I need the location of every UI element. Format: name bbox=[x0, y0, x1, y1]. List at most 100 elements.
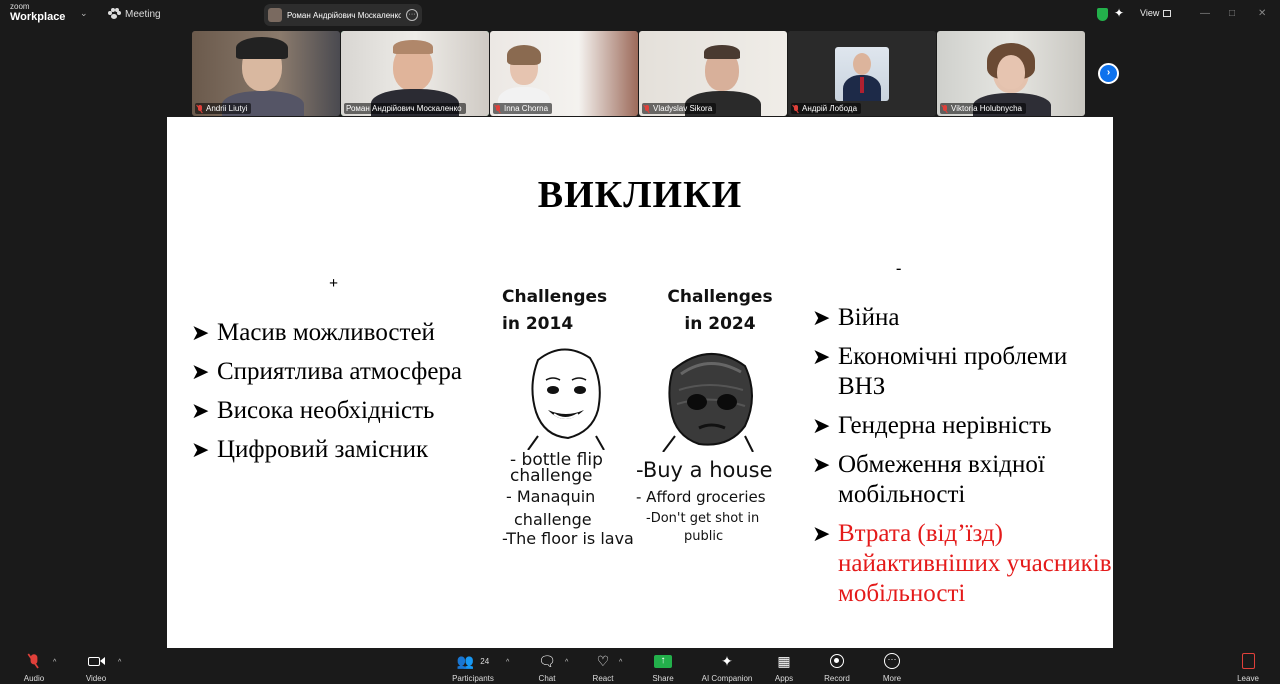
ai-sparkle-icon: ✦ bbox=[721, 652, 733, 669]
close-icon[interactable]: ✕ bbox=[1258, 8, 1266, 19]
ai-companion-button[interactable]: ✦ AI Companion bbox=[697, 651, 757, 684]
record-label: Record bbox=[824, 674, 850, 683]
participant-label: Viktoria Holubnycha bbox=[940, 103, 1027, 114]
speaker-avatar bbox=[268, 8, 282, 22]
minimize-icon[interactable]: — bbox=[1200, 8, 1210, 19]
list-item-text: Втрата (від’їзд) найактивніших учасників… bbox=[838, 520, 1112, 607]
video-tile[interactable]: Роман Андрійович Москаленко bbox=[341, 31, 489, 116]
participant-photo bbox=[835, 47, 889, 101]
video-tile[interactable]: Inna Chorna bbox=[490, 31, 638, 116]
security-shield-icon[interactable] bbox=[1097, 8, 1108, 21]
ai-companion-label: AI Companion bbox=[701, 674, 753, 683]
leave-door-icon bbox=[1218, 651, 1278, 671]
list-item-text: Цифровий замісник bbox=[217, 436, 429, 463]
participant-label: Vladyslav Sikora bbox=[642, 103, 717, 114]
audio-button[interactable]: Audio bbox=[4, 651, 64, 683]
participants-count: 24 bbox=[480, 656, 490, 666]
participants-label: Participants bbox=[452, 674, 494, 683]
zoom-logo[interactable]: zoom Workplace bbox=[10, 3, 65, 23]
ai-sparkle-icon[interactable]: ✦ bbox=[1114, 6, 1124, 20]
participants-icon: 👥 24 bbox=[456, 652, 490, 669]
muted-mic-icon bbox=[942, 104, 948, 113]
react-caret-icon[interactable]: ^ bbox=[619, 659, 622, 666]
chat-caret-icon[interactable]: ^ bbox=[565, 659, 568, 666]
list-item-text: Сприятлива атмосфера bbox=[217, 358, 463, 385]
react-heart-icon: ♡ bbox=[596, 652, 610, 669]
list-item: ➤ Економічні проблеми ВНЗ bbox=[812, 342, 1112, 402]
muted-mic-icon bbox=[644, 104, 650, 113]
react-button[interactable]: ♡ React bbox=[573, 651, 633, 684]
list-item: ➤ Війна bbox=[812, 303, 1112, 333]
active-speaker-name: Роман Андрійович Москаленко bbox=[287, 10, 401, 20]
participant-name: Inna Chorna bbox=[504, 104, 549, 113]
arrow-bullet-icon: ➤ bbox=[191, 320, 210, 345]
share-label: Share bbox=[652, 674, 674, 683]
list-item: ➤ Обмеження вхідної мобільності bbox=[812, 450, 1112, 510]
meeting-label: Meeting bbox=[125, 8, 161, 20]
muted-mic-icon bbox=[793, 104, 799, 113]
more-button[interactable]: ··· More bbox=[862, 651, 922, 683]
video-camera-icon bbox=[66, 651, 126, 671]
video-tile[interactable]: Andrii Liutyi bbox=[192, 31, 340, 116]
meme-right-item: -Don't get shot in bbox=[646, 511, 760, 526]
view-button[interactable]: View bbox=[1140, 8, 1172, 18]
participant-label: Andrii Liutyi bbox=[195, 103, 252, 114]
participant-label: Inna Chorna bbox=[493, 103, 553, 114]
list-item-text: Економічні проблеми ВНЗ bbox=[838, 343, 1068, 400]
grid-icon bbox=[1163, 9, 1172, 17]
video-tile[interactable]: Андрій Лобода bbox=[788, 31, 936, 116]
list-item-text: Масив можливостей bbox=[217, 319, 435, 346]
plus-sign: + bbox=[329, 275, 339, 292]
more-options-icon[interactable]: ··· bbox=[406, 9, 418, 21]
meme-right-item: - Afford groceries bbox=[636, 488, 766, 506]
leave-button[interactable]: Leave bbox=[1218, 651, 1278, 683]
arrow-bullet-icon: ➤ bbox=[812, 413, 831, 438]
audio-options-caret-icon[interactable]: ^ bbox=[53, 659, 56, 666]
list-item: ➤ Цифровий замісник bbox=[191, 435, 481, 465]
record-button[interactable]: Record bbox=[807, 651, 867, 683]
video-label: Video bbox=[85, 674, 107, 683]
active-speaker-pill[interactable]: Роман Андрійович Москаленко ··· bbox=[264, 4, 422, 26]
meme-right-header: Challenges in 2024 bbox=[667, 287, 773, 334]
share-screen-icon: ↑ bbox=[633, 651, 693, 671]
video-tile[interactable]: Vladyslav Sikora bbox=[639, 31, 787, 116]
meme-left-item: challenge bbox=[514, 510, 592, 529]
list-item: ➤ Гендерна нерівність bbox=[812, 411, 1112, 441]
chat-label: Chat bbox=[538, 674, 556, 683]
video-options-caret-icon[interactable]: ^ bbox=[118, 659, 121, 666]
chevron-down-icon[interactable]: ⌄ bbox=[80, 8, 88, 19]
more-dots-icon: ··· bbox=[862, 651, 922, 671]
share-button[interactable]: ↑ Share bbox=[633, 651, 693, 683]
apps-button[interactable]: ▦ Apps bbox=[754, 651, 814, 684]
chat-button[interactable]: 🗨 Chat bbox=[517, 651, 577, 684]
meeting-info-button[interactable]: Meeting bbox=[108, 8, 161, 20]
video-tile[interactable]: Viktoria Holubnycha bbox=[937, 31, 1085, 116]
meme-left-item: - Manaquin bbox=[506, 487, 596, 506]
list-item-highlighted: ➤ Втрата (від’їзд) найактивніших учасникі… bbox=[812, 519, 1112, 609]
audio-label: Audio bbox=[23, 674, 45, 683]
video-button[interactable]: Video bbox=[66, 651, 126, 683]
list-item: ➤ Висока необхідність bbox=[191, 396, 481, 426]
react-label: React bbox=[592, 674, 614, 683]
participants-button[interactable]: 👥 24 Participants bbox=[443, 651, 503, 684]
meme-right-item: -Buy a house bbox=[636, 458, 773, 482]
arrow-bullet-icon: ➤ bbox=[812, 344, 831, 369]
meme-right-item: public bbox=[684, 529, 724, 544]
record-icon bbox=[807, 651, 867, 671]
paw-icon bbox=[108, 8, 121, 20]
list-item-text: Війна bbox=[838, 304, 900, 331]
shared-screen-slide: ВИКЛИКИ + - ➤ Масив можливостей ➤ Сприятли… bbox=[167, 117, 1113, 648]
chevron-right-icon: › bbox=[1106, 67, 1111, 78]
participant-label: Андрій Лобода bbox=[791, 103, 862, 114]
participants-caret-icon[interactable]: ^ bbox=[506, 659, 509, 666]
list-item-text: Висока необхідність bbox=[217, 397, 435, 424]
muted-mic-icon bbox=[197, 104, 203, 113]
more-label: More bbox=[882, 674, 902, 683]
participant-video-strip: Andrii Liutyi Роман Андрійович Москаленк… bbox=[192, 31, 1085, 116]
arrow-bullet-icon: ➤ bbox=[812, 452, 831, 477]
strip-next-page-button[interactable]: › bbox=[1098, 63, 1119, 84]
maximize-icon[interactable]: □ bbox=[1229, 8, 1235, 19]
challenges-meme: Challenges in 2014 Challenges in 2024 - … bbox=[488, 274, 786, 569]
apps-label: Apps bbox=[774, 674, 794, 683]
arrow-bullet-icon: ➤ bbox=[191, 398, 210, 423]
